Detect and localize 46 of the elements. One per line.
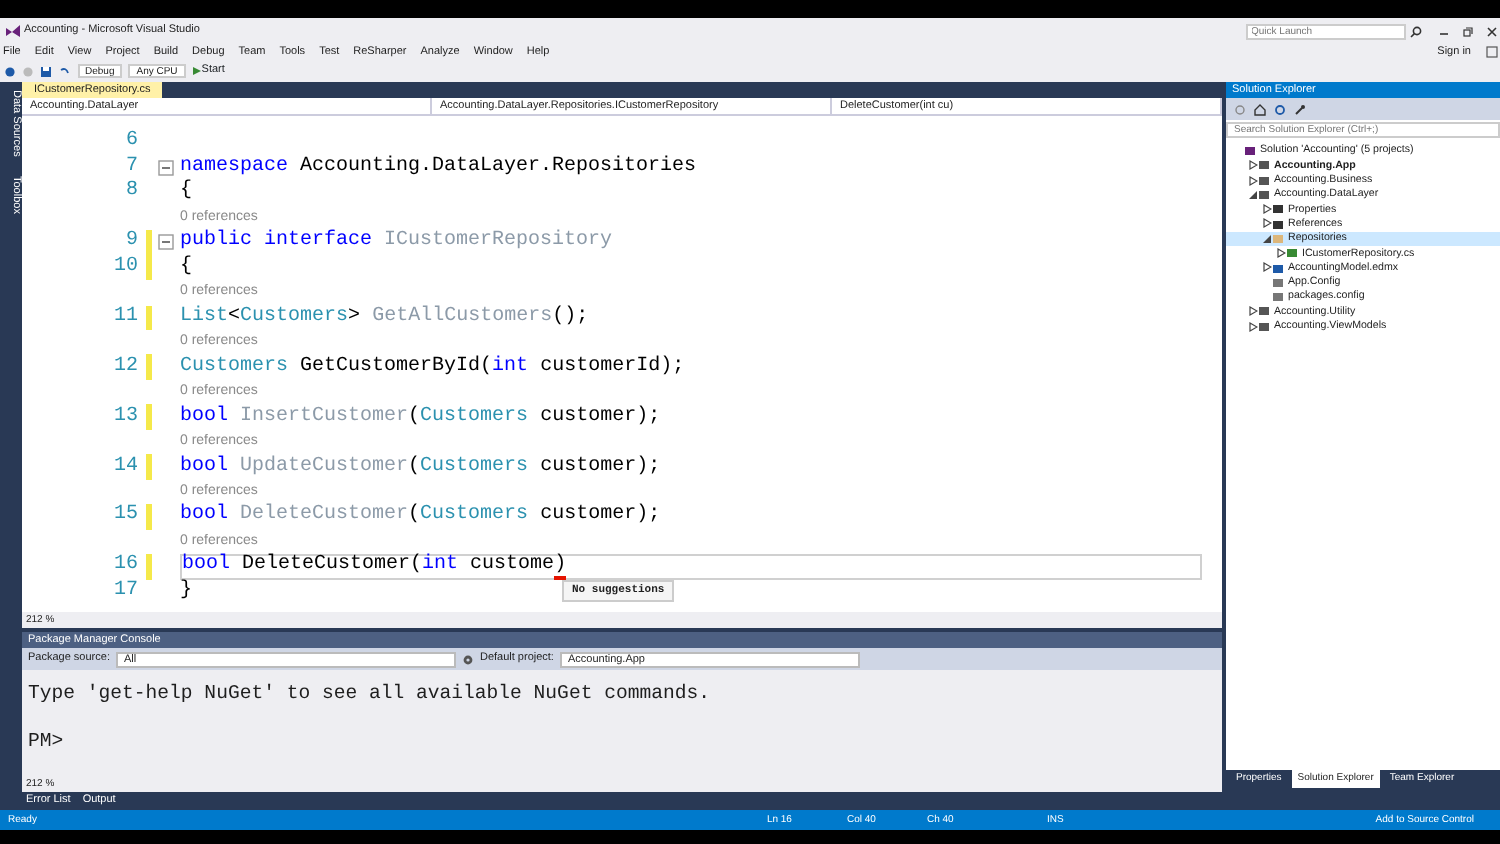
collapsed-icon[interactable] (1247, 175, 1257, 186)
line-number: 11 (111, 305, 140, 330)
line-number: 14 (111, 455, 140, 480)
account-icon (1485, 46, 1497, 58)
code-line[interactable]: namespace Accounting.DataLayer.Repositories (180, 155, 697, 180)
collapse-icon[interactable] (158, 159, 174, 176)
collapsed-icon[interactable] (1247, 160, 1257, 171)
collapsed-icon[interactable] (1275, 248, 1285, 259)
expanded-icon[interactable] (1247, 189, 1257, 200)
settings-icon[interactable] (461, 653, 474, 665)
line-number: 6 (123, 130, 140, 155)
line-number: 17 (111, 579, 140, 604)
collapsed-icon[interactable] (1247, 321, 1257, 332)
line-number: 10 (111, 255, 140, 280)
code-line[interactable]: bool InsertCustomer(Customers customer); (180, 405, 661, 430)
collapsed-icon[interactable] (1247, 306, 1257, 317)
undo-icon[interactable] (57, 65, 69, 77)
expanded-icon[interactable] (1261, 233, 1271, 244)
code-line[interactable]: Customers GetCustomerById(int customerId); (180, 355, 685, 380)
close-icon[interactable] (1485, 25, 1497, 37)
line-number: 13 (111, 405, 140, 430)
save-icon[interactable] (39, 65, 51, 77)
line-number: 8 (123, 180, 140, 205)
line-number: 12 (111, 355, 140, 380)
console-text: Type 'get-help NuGet' to see all available NuGet commands. (28, 682, 712, 706)
visual-studio-logo-icon (3, 24, 21, 38)
line-number: 15 (111, 504, 140, 529)
console-text: PM> (28, 730, 66, 754)
line-number: 7 (123, 155, 140, 180)
play-icon (191, 66, 202, 76)
code-line[interactable]: } (180, 579, 193, 604)
collapsed-icon[interactable] (1261, 204, 1271, 215)
code-line[interactable]: public interface ICustomerRepository (180, 230, 613, 255)
code-line[interactable]: List<Customers> GetAllCustomers(); (180, 305, 589, 330)
collapsed-icon[interactable] (1261, 218, 1271, 229)
collapse-icon[interactable] (158, 234, 174, 251)
code-line[interactable]: bool UpdateCustomer(Customers customer); (180, 455, 661, 480)
collapsed-icon[interactable] (1261, 262, 1271, 273)
restore-icon[interactable] (1461, 25, 1473, 37)
home-icon[interactable] (1254, 103, 1266, 115)
code-line[interactable]: bool DeleteCustomer(Customers customer); (180, 504, 661, 529)
code-line[interactable]: { (180, 180, 193, 205)
search-icon[interactable] (1409, 25, 1421, 37)
line-number: 16 (111, 554, 140, 579)
line-number: 9 (123, 230, 140, 255)
code-line[interactable]: { (180, 255, 193, 280)
